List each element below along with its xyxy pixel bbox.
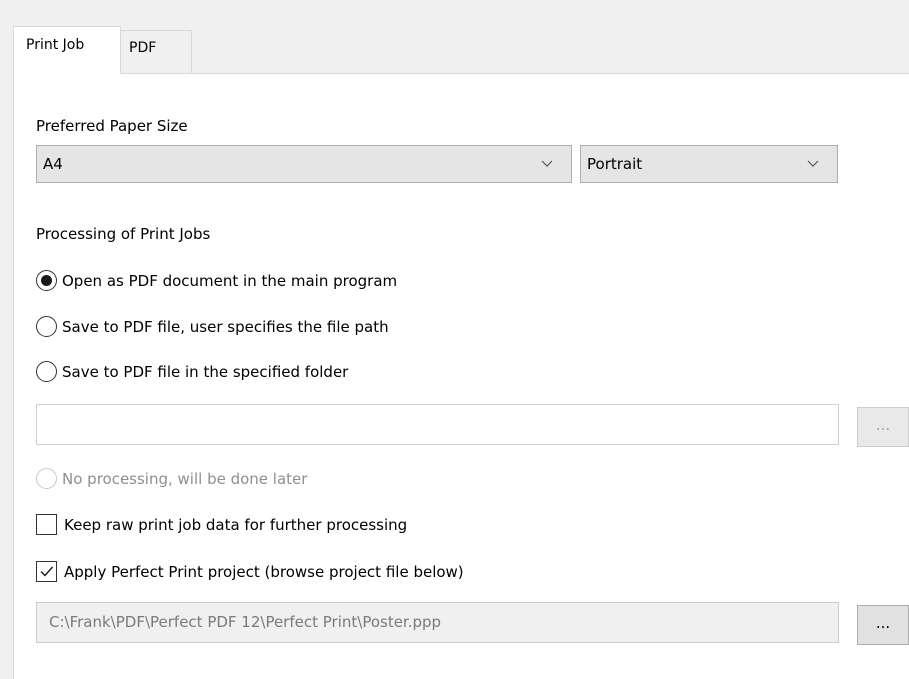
project-path-value: C:\Frank\PDF\Perfect PDF 12\Perfect Prin…: [49, 613, 442, 631]
paper-size-value: A4: [43, 155, 63, 173]
orientation-dropdown[interactable]: Portrait: [580, 145, 838, 183]
folder-path-input[interactable]: [36, 404, 839, 445]
radio-no-processing-label: No processing, will be done later: [62, 469, 308, 488]
apply-project-checkbox[interactable]: Apply Perfect Print project (browse proj…: [36, 561, 464, 582]
tab-strip: Print Job PDF: [0, 0, 909, 74]
radio-button[interactable]: [36, 361, 57, 382]
apply-project-label: Apply Perfect Print project (browse proj…: [64, 562, 464, 581]
print-job-panel: Preferred Paper Size A4 Portrait Process…: [13, 73, 909, 679]
keep-raw-data-label: Keep raw print job data for further proc…: [64, 515, 408, 534]
paper-size-dropdown[interactable]: A4: [36, 145, 572, 183]
radio-button-disabled[interactable]: [36, 468, 57, 489]
radio-save-user-path-label: Save to PDF file, user specifies the fil…: [62, 317, 389, 336]
radio-button[interactable]: [36, 316, 57, 337]
tab-pdf-label: PDF: [129, 40, 157, 56]
radio-button-selected[interactable]: [36, 270, 57, 291]
print-settings-window: Print Job PDF Preferred Paper Size A4 Po…: [0, 0, 909, 679]
radio-open-in-main-program-label: Open as PDF document in the main program: [62, 271, 398, 290]
checkbox-checked[interactable]: [36, 561, 57, 582]
chevron-down-icon: [541, 160, 553, 170]
project-browse-button[interactable]: ...: [857, 605, 909, 645]
radio-save-specified-folder[interactable]: Save to PDF file in the specified folder: [36, 361, 348, 382]
checkmark-icon: [40, 566, 54, 577]
tab-pdf[interactable]: PDF: [120, 30, 192, 73]
keep-raw-data-checkbox[interactable]: Keep raw print job data for further proc…: [36, 514, 407, 535]
radio-open-in-main-program[interactable]: Open as PDF document in the main program: [36, 270, 397, 291]
radio-save-user-path[interactable]: Save to PDF file, user specifies the fil…: [36, 316, 389, 337]
paper-size-heading: Preferred Paper Size: [36, 117, 188, 135]
processing-heading: Processing of Print Jobs: [36, 225, 211, 243]
checkbox-unchecked[interactable]: [36, 514, 57, 535]
folder-browse-button[interactable]: ...: [857, 407, 909, 447]
project-path-input[interactable]: C:\Frank\PDF\Perfect PDF 12\Perfect Prin…: [36, 602, 839, 643]
radio-no-processing[interactable]: No processing, will be done later: [36, 468, 307, 489]
tab-print-job[interactable]: Print Job: [13, 26, 121, 74]
tab-print-job-label: Print Job: [26, 37, 85, 53]
chevron-down-icon: [807, 160, 819, 170]
radio-save-specified-folder-label: Save to PDF file in the specified folder: [62, 362, 349, 381]
orientation-value: Portrait: [587, 155, 643, 173]
